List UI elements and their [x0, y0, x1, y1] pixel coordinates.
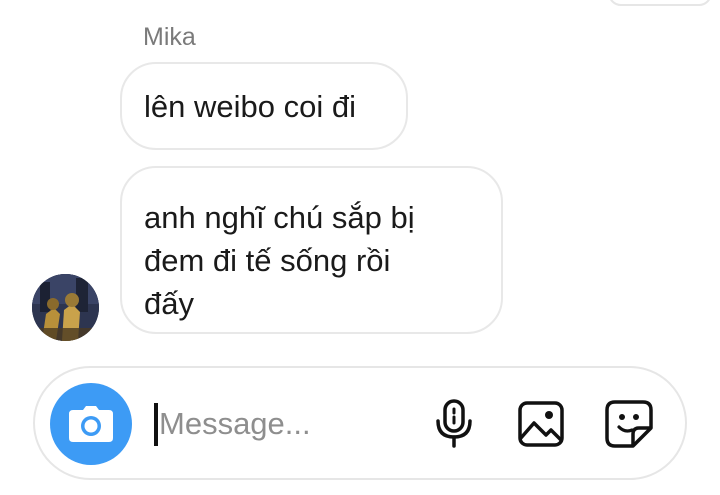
chat-screen: Mika lên weibo coi đi anh nghĩ chú sắp b… [0, 0, 720, 495]
sender-name: Mika [143, 23, 196, 51]
camera-button[interactable] [50, 383, 132, 465]
camera-icon [69, 406, 113, 442]
message-composer [33, 366, 687, 480]
text-caret [154, 403, 158, 446]
message-bubble[interactable]: lên weibo coi đi [120, 62, 408, 150]
gallery-button[interactable] [515, 398, 567, 450]
avatar[interactable] [32, 274, 99, 341]
previous-bubble-edge [608, 0, 712, 6]
message-bubble[interactable]: anh nghĩ chú sắp bị đem đi tế sống rồi đ… [120, 166, 503, 334]
message-text-line: đấy [144, 286, 194, 321]
sticker-icon [605, 400, 653, 448]
message-input[interactable] [159, 396, 419, 452]
message-text: lên weibo coi đi [144, 89, 356, 124]
voice-message-button[interactable] [428, 398, 480, 450]
sticker-button[interactable] [603, 398, 655, 450]
microphone-icon [436, 399, 472, 448]
message-text-line: anh nghĩ chú sắp bị [144, 200, 415, 235]
avatar-photo [32, 274, 99, 341]
gallery-icon [518, 401, 564, 447]
message-text-line: đem đi tế sống rồi [144, 243, 391, 278]
